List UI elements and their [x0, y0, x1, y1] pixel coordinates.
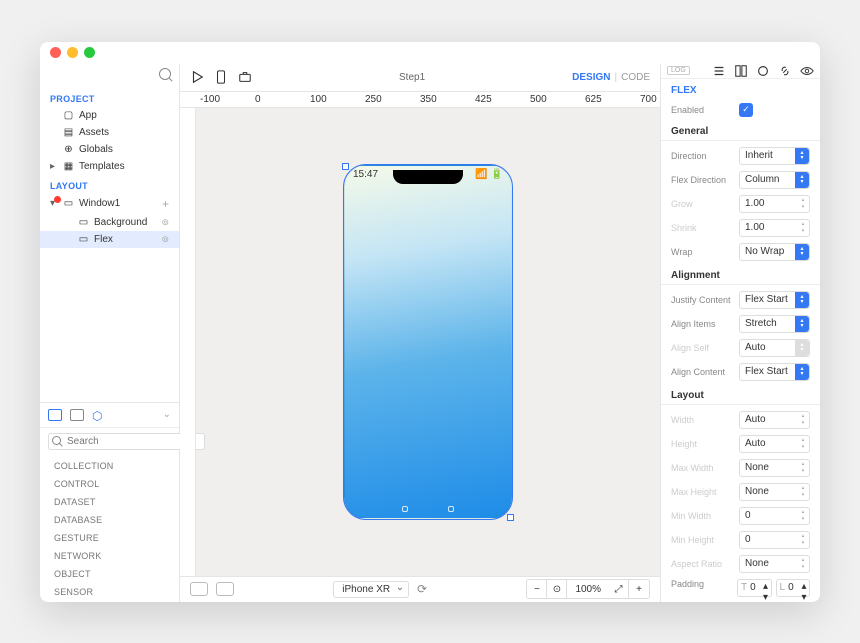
zoom-fit-button[interactable]: ⊙ — [547, 580, 567, 598]
app-window: PROJECT ▢App▤Assets⊕Globals▸▦Templates L… — [40, 42, 820, 602]
aspect-ratio-input[interactable]: None▴▾ — [739, 555, 810, 573]
mode-design[interactable]: DESIGN — [572, 72, 610, 83]
max-height-input[interactable]: None▴▾ — [739, 483, 810, 501]
play-icon[interactable] — [190, 70, 204, 84]
padding-top-input[interactable]: T0▴▾ — [737, 579, 772, 597]
zoom-controls: − ⊙ 100% ⤢ + — [526, 579, 650, 599]
minimize-icon[interactable] — [67, 47, 78, 58]
section-layout: LAYOUT — [40, 175, 179, 194]
ruler-horizontal: -1000100250350425500625700 — [180, 92, 660, 108]
padding-left-input[interactable]: L0▴▾ — [776, 579, 811, 597]
height-input[interactable]: Auto▴▾ — [739, 435, 810, 453]
zoom-reset-button[interactable]: ⤢ — [609, 580, 629, 598]
inspector-panel: LOG FLEX Enabled ✓ General DirectionInhe… — [660, 64, 820, 602]
tree-item-app[interactable]: ▢App — [40, 107, 179, 124]
wrap-select[interactable]: No Wrap▴▾ — [739, 243, 810, 261]
templates-icon: ▦ — [63, 161, 74, 172]
scale-badge[interactable]: LOG — [667, 66, 690, 75]
min-height-input[interactable]: 0▴▾ — [739, 531, 810, 549]
tab-layout-icon[interactable] — [734, 64, 748, 78]
library-category-network[interactable]: NETWORK — [40, 547, 179, 565]
chevron-right-icon[interactable]: ▸ — [50, 161, 58, 172]
notch — [393, 170, 463, 184]
library-category-gesture[interactable]: GESTURE — [40, 529, 179, 547]
zoom-out-button[interactable]: − — [527, 580, 547, 598]
align-self-select[interactable]: Auto▴▾ — [739, 339, 810, 357]
inspector-title: FLEX — [661, 79, 820, 100]
tree-item-flex[interactable]: ▭Flex⊚ — [40, 231, 179, 248]
align-content-select[interactable]: Flex Start▴▾ — [739, 363, 810, 381]
justify-content-select[interactable]: Flex Start▴▾ — [739, 291, 810, 309]
tree-item-assets[interactable]: ▤Assets — [40, 124, 179, 141]
library-tab-rect[interactable] — [70, 409, 84, 421]
enabled-checkbox[interactable]: ✓ — [739, 103, 753, 117]
refresh-icon[interactable]: ⟳ — [417, 582, 427, 596]
library-tab-cube[interactable]: ⬡ — [92, 409, 106, 421]
assets-icon: ▤ — [63, 127, 74, 138]
titlebar — [40, 42, 820, 64]
zoom-in-button[interactable]: + — [629, 580, 649, 598]
library-panel: ⬡ ⌄ COLLECTIONCONTROLDATASETDATABASEGEST… — [40, 402, 179, 602]
close-icon[interactable] — [50, 47, 61, 58]
search-icon — [52, 436, 61, 445]
canvas-area: Step1 DESIGN | CODE -1000100250350425500… — [180, 64, 660, 602]
device-preview[interactable]: 15:47 📶 🔋 — [344, 165, 512, 519]
flex-direction-select[interactable]: Column▴▾ — [739, 171, 810, 189]
library-category-collection[interactable]: COLLECTION — [40, 457, 179, 475]
tab-link-icon[interactable] — [778, 64, 792, 78]
tab-list-icon[interactable] — [712, 64, 726, 78]
library-category-sensor[interactable]: SENSOR — [40, 583, 179, 601]
shrink-input[interactable]: 1.00▴▾ — [739, 219, 810, 237]
library-category-control[interactable]: CONTROL — [40, 475, 179, 493]
width-input[interactable]: Auto▴▾ — [739, 411, 810, 429]
window-icon: ▭ — [63, 198, 74, 209]
library-tab-phone[interactable] — [48, 409, 62, 421]
options-icon[interactable]: ⊚ — [161, 234, 169, 245]
min-width-input[interactable]: 0▴▾ — [739, 507, 810, 525]
tree-item-window1[interactable]: ▾▭Window1+ — [40, 194, 179, 214]
briefcase-icon[interactable] — [238, 70, 252, 84]
left-panel: PROJECT ▢App▤Assets⊕Globals▸▦Templates L… — [40, 64, 180, 602]
add-button[interactable]: + — [162, 197, 169, 211]
device-selector[interactable]: iPhone XR — [333, 581, 409, 598]
mode-code[interactable]: CODE — [621, 72, 650, 83]
chevron-down-icon[interactable]: ⌄ — [163, 409, 171, 421]
zoom-value: 100% — [567, 584, 609, 595]
app-icon: ▢ — [63, 110, 74, 121]
rect-icon: ▭ — [78, 217, 89, 228]
tab-ring-icon[interactable] — [756, 64, 770, 78]
search-icon[interactable] — [159, 68, 171, 80]
library-category-shape[interactable]: SHAPE — [40, 601, 179, 602]
footer-view-2-icon[interactable] — [216, 582, 234, 596]
tree-item-background[interactable]: ▭Background⊚ — [40, 214, 179, 231]
library-category-object[interactable]: OBJECT — [40, 565, 179, 583]
tab-eye-icon[interactable] — [800, 64, 814, 78]
grow-input[interactable]: 1.00▴▾ — [739, 195, 810, 213]
align-items-select[interactable]: Stretch▴▾ — [739, 315, 810, 333]
alert-badge — [54, 196, 61, 203]
tree-item-templates[interactable]: ▸▦Templates — [40, 158, 179, 175]
globals-icon: ⊕ — [63, 144, 74, 155]
max-width-input[interactable]: None▴▾ — [739, 459, 810, 477]
library-category-database[interactable]: DATABASE — [40, 511, 179, 529]
tree-item-globals[interactable]: ⊕Globals — [40, 141, 179, 158]
document-title: Step1 — [252, 72, 572, 83]
options-icon[interactable]: ⊚ — [161, 217, 169, 228]
home-indicator — [402, 506, 454, 512]
library-category-dataset[interactable]: DATASET — [40, 493, 179, 511]
section-project: PROJECT — [40, 88, 179, 107]
maximize-icon[interactable] — [84, 47, 95, 58]
ruler-vertical — [180, 108, 196, 576]
footer-view-1-icon[interactable] — [190, 582, 208, 596]
rect-icon: ▭ — [78, 234, 89, 245]
direction-select[interactable]: Inherit▴▾ — [739, 147, 810, 165]
device-icon[interactable] — [214, 70, 228, 84]
